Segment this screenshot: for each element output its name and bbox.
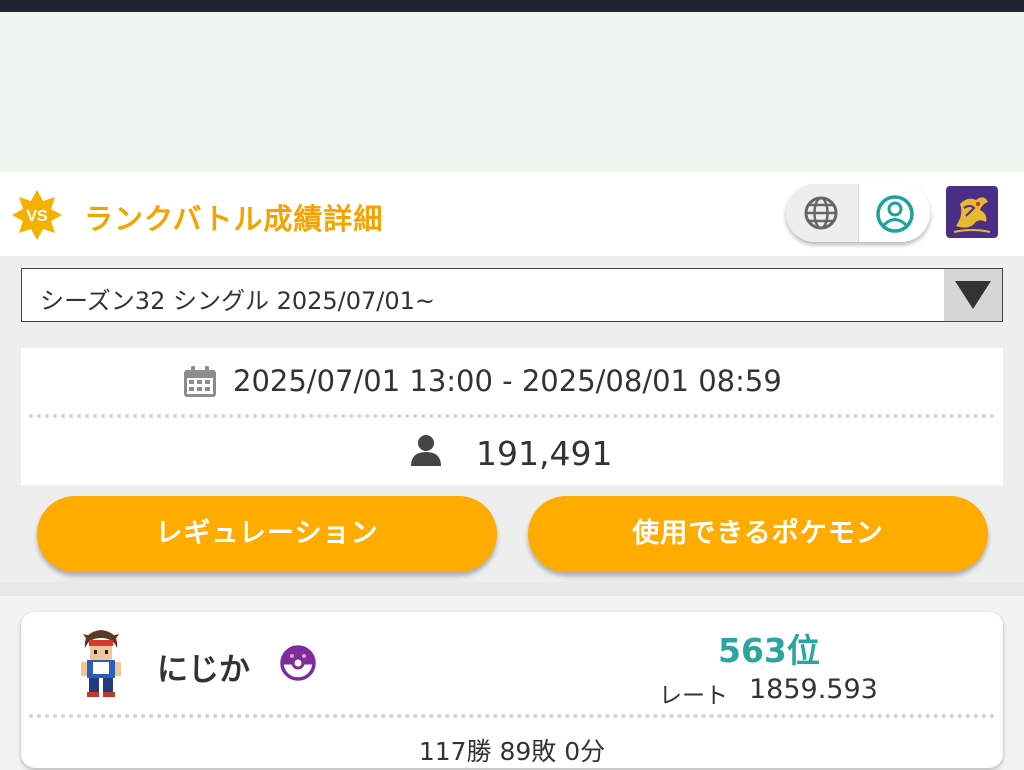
season-info-card: 2025/07/01 13:00 - 2025/08/01 08:59 191,…	[21, 348, 1003, 485]
rate-value: 1859.593	[749, 674, 878, 705]
master-ball-icon	[280, 645, 316, 681]
player-rank: 563位	[718, 631, 820, 670]
top-system-bar	[0, 0, 1024, 12]
season-dropdown[interactable]: シーズン32 シングル 2025/07/01~	[21, 268, 1003, 322]
player-name: にじか	[157, 652, 250, 688]
season-select-row: シーズン32 シングル 2025/07/01~	[0, 256, 1024, 336]
rate-label: レート	[659, 683, 728, 709]
my-record-toggle-button[interactable]	[859, 184, 930, 242]
user-circle-icon	[876, 195, 914, 233]
global-toggle-button[interactable]	[786, 184, 859, 242]
dotted-divider	[29, 714, 995, 718]
player-section: にじか 563位 レート 1859.593 117勝 89敗 0分	[0, 596, 1024, 770]
season-dropdown-value: シーズン32 シングル 2025/07/01~	[40, 287, 436, 315]
dropdown-arrow-button[interactable]	[944, 269, 1002, 321]
season-period: 2025/07/01 13:00 - 2025/08/01 08:59	[233, 364, 782, 398]
globe-icon	[804, 196, 838, 230]
dotted-divider	[29, 414, 995, 418]
legendary-pokemon-icon[interactable]	[946, 186, 998, 238]
trainer-avatar-icon	[81, 630, 121, 697]
view-toggle	[786, 184, 930, 242]
player-record-card[interactable]: にじか 563位 レート 1859.593 117勝 89敗 0分	[21, 612, 1003, 768]
win-loss-record: 117勝 89敗 0分	[418, 737, 606, 766]
ad-banner-area	[0, 12, 1024, 172]
page-header: VS ランクバトル成績詳細	[0, 172, 1024, 256]
page-title: ランクバトル成績詳細	[84, 202, 384, 236]
usable-pokemon-button[interactable]: 使用できるポケモン	[528, 496, 988, 572]
regulation-button[interactable]: レギュレーション	[37, 496, 497, 572]
season-info-panel: 2025/07/01 13:00 - 2025/08/01 08:59 191,…	[0, 336, 1024, 582]
triangle-down-icon	[955, 281, 991, 309]
vs-badge-icon: VS	[12, 190, 62, 240]
participant-count: 191,491	[476, 434, 613, 473]
svg-text:VS: VS	[26, 208, 48, 225]
section-separator	[0, 582, 1024, 596]
calendar-icon	[184, 366, 216, 397]
person-icon	[411, 435, 441, 466]
